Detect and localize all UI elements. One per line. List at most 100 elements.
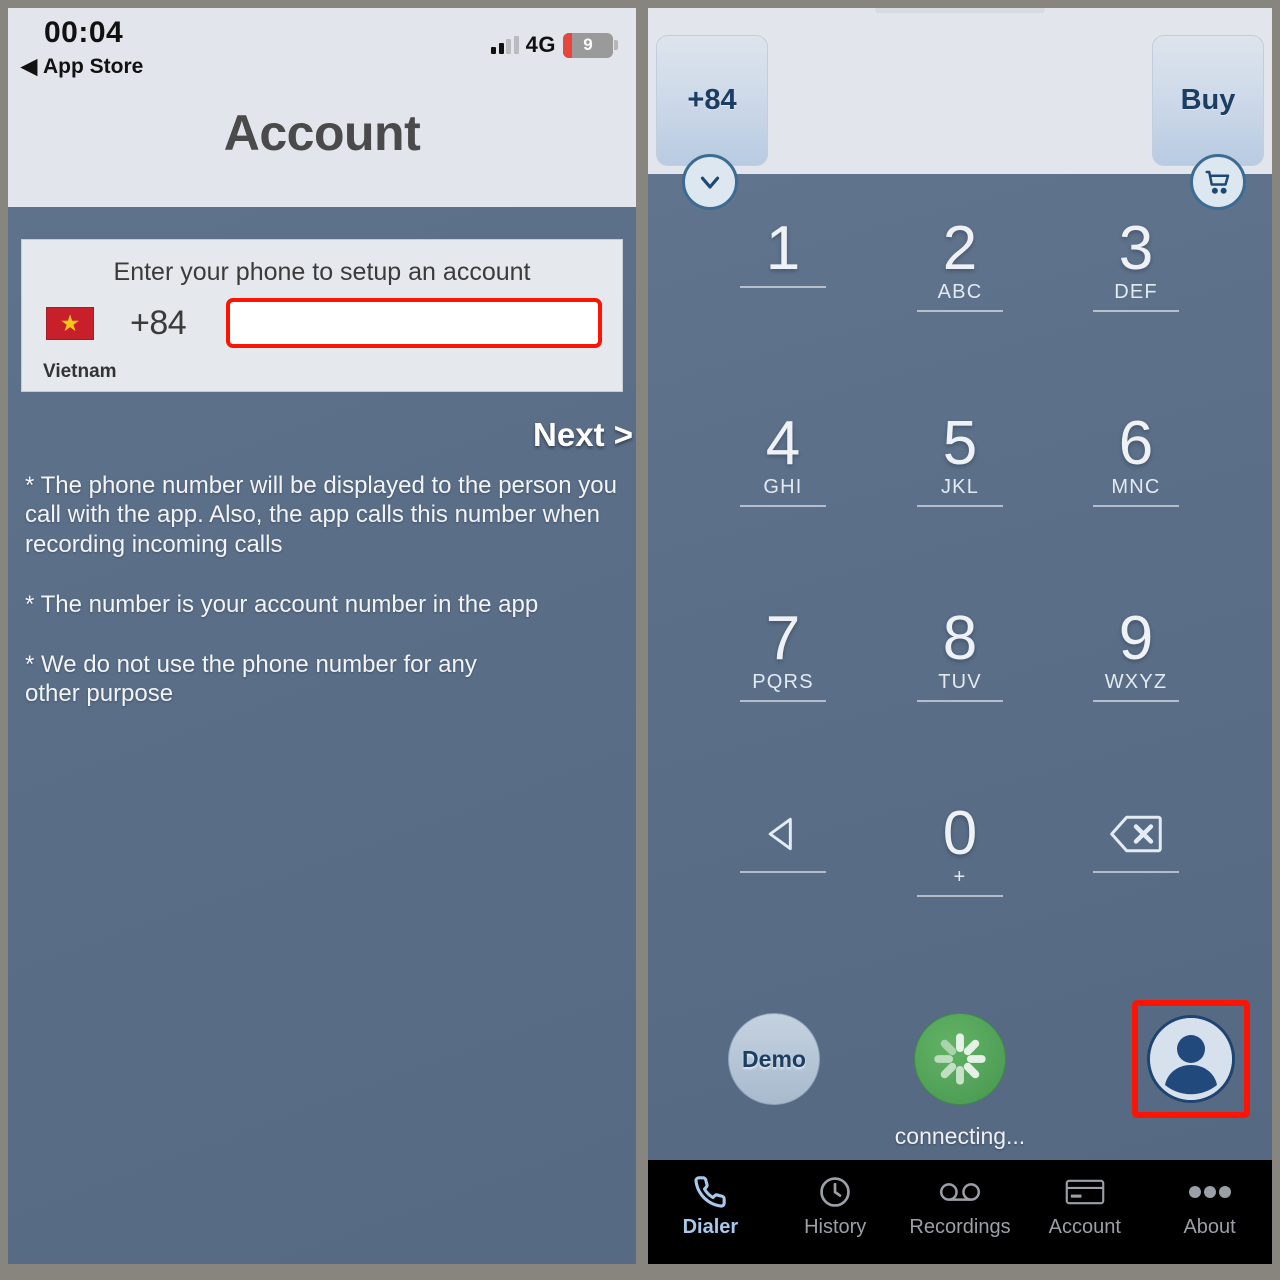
back-to-app-store-link[interactable]: ◀ App Store [21,54,143,79]
key-underline [740,700,826,702]
key-digit: 0 [942,799,978,868]
phone-icon [693,1171,727,1213]
key-letters: GHI [763,476,803,498]
key-letters: JKL [940,476,980,498]
key-underline [740,871,826,873]
key-digit: 7 [765,604,801,673]
key-letters: TUV [938,671,982,693]
user-avatar-icon[interactable] [1147,1015,1235,1103]
key-4[interactable]: 4 GHI [723,413,843,507]
country-name-label: Vietnam [43,361,117,382]
network-type-label: 4G [525,32,556,57]
demo-button[interactable]: Demo [728,1013,820,1105]
dial-keypad: 1 2 ABC 3 DEF 4 GHI 5 JKL 6 MNC 7 PQRS 8… [648,208,1272,968]
voicemail-icon [939,1171,981,1213]
tab-history[interactable]: History [773,1160,898,1264]
status-indicators: 4G 9 [491,32,618,58]
note-item: * The phone number will be displayed to … [25,472,617,558]
signal-strength-icon [491,35,519,54]
key-underline [1093,871,1179,873]
key-digit: 9 [1118,604,1154,673]
key-letters: WXYZ [1104,671,1168,693]
tab-label: About [1183,1216,1236,1238]
key-9[interactable]: 9 WXYZ [1076,608,1196,702]
bottom-tab-bar: Dialer History Recordings Account About [648,1160,1272,1264]
phone-entry-row: ★ +84 [22,298,622,348]
call-connect-button[interactable] [914,1013,1006,1105]
key-call-back[interactable] [723,803,843,873]
key-digit: 6 [1118,409,1154,478]
phone-prompt-label: Enter your phone to setup an account [113,258,531,286]
buy-button[interactable]: Buy [1152,35,1264,166]
next-button[interactable]: Next > [533,416,633,454]
screenshot-stage: 00:04 ◀ App Store 4G 9 Account Enter you… [0,0,1280,1280]
key-letters: DEF [1114,281,1158,303]
key-digit: 5 [942,409,978,478]
key-digit: 1 [765,214,801,283]
right-phone-screen: +84 Buy 1 2 ABC 3 DEF 4 GHI 5 JKL 6 MNC … [648,8,1272,1264]
vietnam-flag-icon[interactable]: ★ [46,306,94,340]
page-title: Account [223,105,421,161]
note-item: * The number is your account number in t… [25,590,539,618]
key-1[interactable]: 1 [723,218,843,288]
key-underline [1093,700,1179,702]
tab-dialer[interactable]: Dialer [648,1160,773,1264]
tab-account[interactable]: Account [1022,1160,1147,1264]
key-digit: 3 [1118,214,1154,283]
country-code-button[interactable]: +84 [656,35,768,166]
triangle-left-icon [723,803,843,865]
status-time: 00:04 [44,16,124,49]
country-code-label[interactable]: +84 [130,304,187,343]
phone-number-input[interactable] [226,298,603,348]
key-underline [917,700,1003,702]
account-highlight-box [1132,1000,1250,1118]
back-label: App Store [42,55,144,78]
chevron-down-icon[interactable] [682,154,738,210]
clock-icon [818,1171,852,1213]
note-item: * We do not use the phone number for any… [25,651,477,708]
tab-label: Account [1048,1216,1121,1238]
tab-label: History [804,1216,867,1238]
key-6[interactable]: 6 MNC [1076,413,1196,507]
shopping-cart-icon[interactable] [1190,154,1246,210]
key-underline [740,286,826,288]
tab-about[interactable]: About [1147,1160,1272,1264]
battery-level: 9 [583,35,593,54]
connection-status-text: connecting... [894,1123,1026,1149]
key-digit: 8 [942,604,978,673]
key-5[interactable]: 5 JKL [900,413,1020,507]
dialer-top-bar: +84 Buy [648,8,1272,174]
key-3[interactable]: 3 DEF [1076,218,1196,312]
left-phone-screen: 00:04 ◀ App Store 4G 9 Account Enter you… [8,8,636,1264]
key-digit: 4 [765,409,801,478]
left-status-bar: 00:04 ◀ App Store 4G 9 Account [8,8,636,207]
key-underline [917,310,1003,312]
key-letters: + [953,866,967,888]
backspace-icon [1076,803,1196,865]
key-8[interactable]: 8 TUV [900,608,1020,702]
key-underline [917,505,1003,507]
key-underline [740,505,826,507]
key-letters: MNC [1111,476,1161,498]
key-0[interactable]: 0 + [900,803,1020,897]
key-underline [1093,310,1179,312]
tab-label: Dialer [682,1216,739,1238]
back-arrow-icon: ◀ [21,55,43,78]
dialer-actions: Demo connecting... [648,1000,1272,1163]
tab-recordings[interactable]: Recordings [898,1160,1023,1264]
key-backspace[interactable] [1076,803,1196,873]
spinner-icon [934,1033,986,1085]
phone-setup-card: Enter your phone to setup an account ★ +… [21,239,623,392]
key-underline [1093,505,1179,507]
info-notes: * The phone number will be displayed to … [25,471,625,740]
key-2[interactable]: 2 ABC [900,218,1020,312]
key-7[interactable]: 7 PQRS [723,608,843,702]
key-digit: 2 [942,214,978,283]
ellipsis-icon [1188,1171,1232,1213]
partial-display-strip [875,8,1045,13]
battery-icon: 9 [563,32,618,58]
tab-label: Recordings [909,1216,1011,1238]
key-letters: PQRS [752,671,814,693]
key-letters: ABC [937,281,983,303]
key-underline [917,895,1003,897]
